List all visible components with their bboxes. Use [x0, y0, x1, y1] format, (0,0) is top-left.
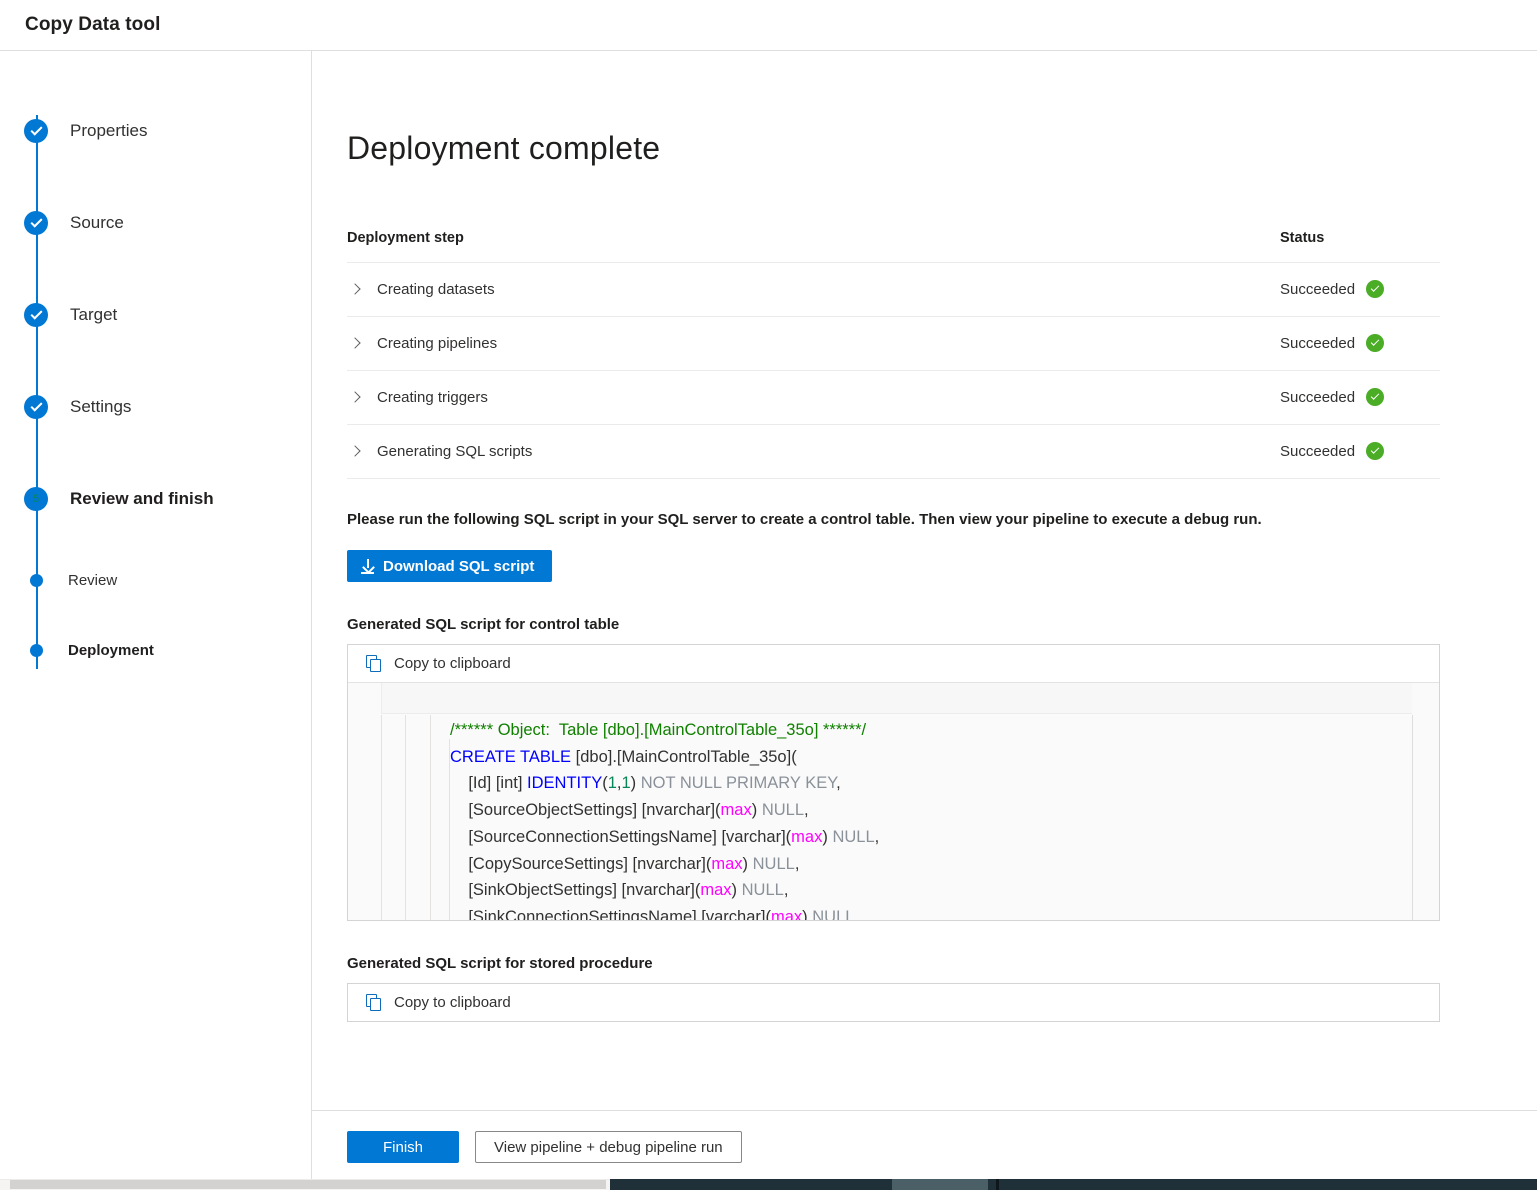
download-icon	[361, 559, 374, 573]
status-text: Succeeded	[1280, 443, 1355, 460]
horizontal-scrollbar[interactable]	[0, 1179, 610, 1190]
status-text: Succeeded	[1280, 281, 1355, 298]
deployment-step-cell[interactable]: Creating pipelines	[347, 317, 1280, 371]
chevron-right-icon[interactable]	[347, 389, 363, 405]
success-check-icon	[1366, 388, 1384, 406]
sidebar-step-label: Source	[70, 213, 124, 233]
wizard-footer: Finish View pipeline + debug pipeline ru…	[312, 1110, 1537, 1190]
copy-icon	[366, 994, 383, 1012]
deployment-steps-table: Deployment step Status Creating datasets	[347, 230, 1440, 479]
copy-to-clipboard-label: Copy to clipboard	[394, 655, 511, 672]
sidebar-substep-label: Review	[68, 572, 117, 589]
deployment-step-label: Creating datasets	[377, 281, 495, 298]
success-check-icon	[1366, 334, 1384, 352]
main-content: Deployment complete Deployment step Stat…	[312, 51, 1537, 1110]
status-cell: Succeeded	[1280, 317, 1440, 371]
success-check-icon	[1366, 280, 1384, 298]
bottom-strip	[0, 1179, 1537, 1190]
page-title: Deployment complete	[347, 130, 1440, 167]
column-header-status: Status	[1280, 230, 1440, 263]
horizontal-scrollbar-thumb[interactable]	[10, 1180, 606, 1189]
sql-line-create-table: CREATE TABLE [dbo].[MainControlTable_35o…	[450, 748, 797, 766]
sql-line-id-column: [Id] [int] IDENTITY(1,1) NOT NULL PRIMAR…	[450, 774, 841, 792]
copy-icon	[366, 655, 383, 673]
editor-indent-guide	[449, 739, 450, 920]
editor-vertical-scrollbar[interactable]	[1412, 715, 1439, 920]
success-check-icon	[1366, 442, 1384, 460]
sidebar-substep-review[interactable]: Review	[0, 545, 311, 615]
copy-to-clipboard-bar-control-table[interactable]: Copy to clipboard	[348, 645, 1439, 682]
sql-line-source-connection-settings-name: [SourceConnectionSettingsName] [varchar]…	[450, 828, 879, 846]
deployment-step-cell[interactable]: Generating SQL scripts	[347, 425, 1280, 479]
sidebar-step-label: Settings	[70, 397, 131, 417]
status-cell: Succeeded	[1280, 371, 1440, 425]
editor-top-margin	[381, 683, 1412, 714]
sql-code-content: /****** Object: Table [dbo].[MainControl…	[450, 715, 1411, 920]
sidebar-step-label: Review and finish	[70, 489, 214, 509]
app-shell: Properties Source Target Settings 5 Revi…	[0, 51, 1537, 1190]
status-text: Succeeded	[1280, 335, 1355, 352]
stored-procedure-section-label: Generated SQL script for stored procedur…	[347, 955, 1440, 972]
view-pipeline-debug-run-button[interactable]: View pipeline + debug pipeline run	[475, 1131, 742, 1163]
sql-line-sink-connection-settings-name: [SinkConnectionSettingsName] [varchar](m…	[450, 908, 859, 920]
sidebar-step-source[interactable]: Source	[0, 177, 311, 269]
check-icon	[24, 303, 48, 327]
deployment-step-label: Generating SQL scripts	[377, 443, 532, 460]
table-row[interactable]: Creating triggers Succeeded	[347, 371, 1440, 425]
table-row[interactable]: Creating datasets Succeeded	[347, 263, 1440, 317]
sidebar-step-target[interactable]: Target	[0, 269, 311, 361]
deployment-step-label: Creating pipelines	[377, 335, 497, 352]
sidebar-substep-deployment[interactable]: Deployment	[0, 615, 311, 685]
step-number-badge: 5	[24, 487, 48, 511]
stored-procedure-code-box: Copy to clipboard	[347, 983, 1440, 1022]
sql-line-source-object-settings: [SourceObjectSettings] [nvarchar](max) N…	[450, 801, 809, 819]
status-text: Succeeded	[1280, 389, 1355, 406]
taskbar-sliver	[610, 1179, 1537, 1190]
instruction-note: Please run the following SQL script in y…	[347, 511, 1440, 528]
deployment-step-label: Creating triggers	[377, 389, 488, 406]
status-cell: Succeeded	[1280, 425, 1440, 479]
dot-icon	[30, 574, 43, 587]
check-icon	[24, 211, 48, 235]
wizard-step-sidebar: Properties Source Target Settings 5 Revi…	[0, 51, 312, 1190]
status-cell: Succeeded	[1280, 263, 1440, 317]
sql-line-copy-source-settings: [CopySourceSettings] [nvarchar](max) NUL…	[450, 855, 799, 873]
sql-code-editor[interactable]: /****** Object: Table [dbo].[MainControl…	[348, 682, 1439, 920]
editor-gutter	[348, 715, 444, 920]
control-table-section-label: Generated SQL script for control table	[347, 616, 1440, 633]
copy-to-clipboard-bar-stored-procedure[interactable]: Copy to clipboard	[348, 984, 1439, 1021]
window-title-bar: Copy Data tool	[0, 0, 1537, 51]
sql-line-sink-object-settings: [SinkObjectSettings] [nvarchar](max) NUL…	[450, 881, 788, 899]
chevron-right-icon[interactable]	[347, 443, 363, 459]
sidebar-step-label: Properties	[70, 121, 147, 141]
finish-button[interactable]: Finish	[347, 1131, 459, 1163]
sql-line-comment: /****** Object: Table [dbo].[MainControl…	[450, 721, 866, 739]
download-sql-script-button[interactable]: Download SQL script	[347, 550, 552, 582]
sidebar-step-properties[interactable]: Properties	[0, 85, 311, 177]
sidebar-step-settings[interactable]: Settings	[0, 361, 311, 453]
dot-icon	[30, 644, 43, 657]
sidebar-step-review-and-finish[interactable]: 5 Review and finish	[0, 453, 311, 545]
main-panel: Deployment complete Deployment step Stat…	[312, 51, 1537, 1190]
column-header-deployment-step: Deployment step	[347, 230, 1280, 263]
table-header-row: Deployment step Status	[347, 230, 1440, 263]
check-icon	[24, 119, 48, 143]
control-table-code-box: Copy to clipboard /****** Object: Table …	[347, 644, 1440, 921]
deployment-step-cell[interactable]: Creating triggers	[347, 371, 1280, 425]
chevron-right-icon[interactable]	[347, 335, 363, 351]
copy-to-clipboard-label: Copy to clipboard	[394, 994, 511, 1011]
download-button-label: Download SQL script	[383, 558, 534, 575]
sidebar-substep-label: Deployment	[68, 642, 154, 659]
check-icon	[24, 395, 48, 419]
sidebar-step-label: Target	[70, 305, 117, 325]
table-row[interactable]: Creating pipelines Succeeded	[347, 317, 1440, 371]
table-row[interactable]: Generating SQL scripts Succeeded	[347, 425, 1440, 479]
window-title: Copy Data tool	[25, 14, 160, 36]
deployment-step-cell[interactable]: Creating datasets	[347, 263, 1280, 317]
chevron-right-icon[interactable]	[347, 281, 363, 297]
